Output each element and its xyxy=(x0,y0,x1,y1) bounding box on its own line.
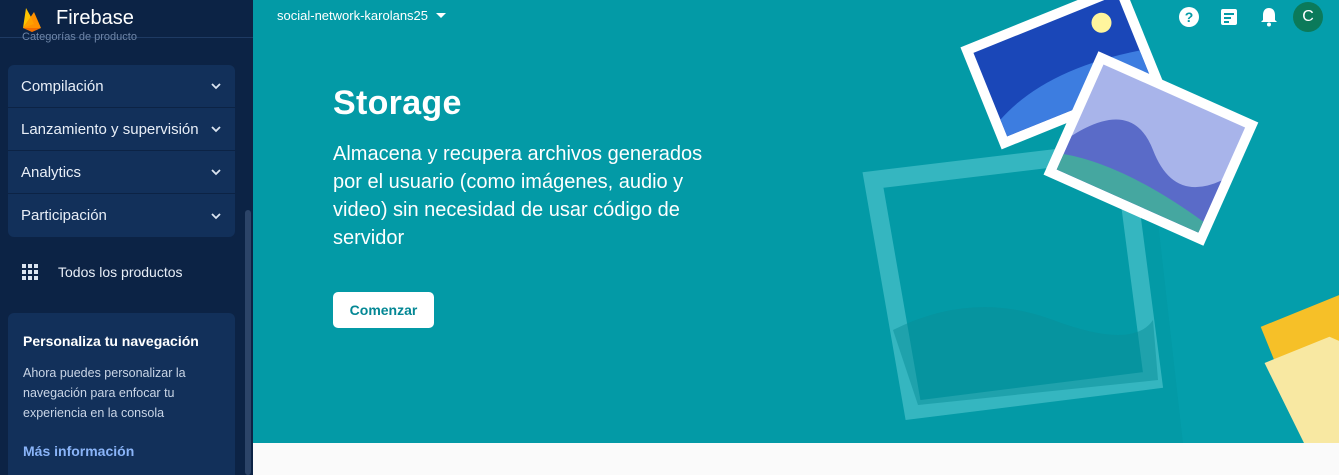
section-heading-cutoff: Categorías de producto xyxy=(22,31,137,43)
nav-item-label: Analytics xyxy=(21,163,82,181)
product-categories: Compilación Lanzamiento y supervisión An… xyxy=(8,65,235,237)
page-title: Storage xyxy=(333,84,462,122)
chevron-down-icon xyxy=(211,126,221,133)
promo-title: Personaliza tu navegación xyxy=(23,333,199,349)
sidebar: Firebase Categorías de producto Compilac… xyxy=(0,0,253,475)
caret-down-icon xyxy=(436,13,447,18)
nav-item-label: Participación xyxy=(21,207,107,224)
main-content: social-network-karolans25 ? C Storage Al… xyxy=(253,0,1339,475)
learn-more-link[interactable]: Más información xyxy=(23,443,220,459)
chevron-down-icon xyxy=(211,83,221,90)
nav-item-label: Lanzamiento y supervisión xyxy=(21,120,199,138)
nav-item-label: Compilación xyxy=(21,77,104,95)
brand-name: Firebase xyxy=(56,7,134,29)
apps-grid-icon xyxy=(22,264,38,280)
brand-header[interactable]: Firebase Categorías de producto xyxy=(0,0,253,43)
project-name: social-network-karolans25 xyxy=(277,8,429,23)
get-started-button[interactable]: Comenzar xyxy=(333,292,434,328)
hero-description: Almacena y recupera archivos generados p… xyxy=(333,143,703,249)
firebase-logo-icon xyxy=(23,7,41,32)
all-products-label: Todos los productos xyxy=(58,264,183,280)
chevron-down-icon xyxy=(211,212,221,219)
storage-illustration xyxy=(960,0,1339,443)
customize-navigation-card: Personaliza tu navegación Ahora puedes p… xyxy=(8,313,235,475)
nav-item-compilacion[interactable]: Compilación xyxy=(8,65,235,108)
all-products-link[interactable]: Todos los productos xyxy=(22,264,183,280)
nav-item-lanzamiento[interactable]: Lanzamiento y supervisión xyxy=(8,108,235,151)
promo-text: Ahora puedes personalizar la navegación … xyxy=(23,366,186,420)
sidebar-scrollbar[interactable] xyxy=(245,210,251,475)
chevron-down-icon xyxy=(211,169,221,176)
project-selector[interactable]: social-network-karolans25 xyxy=(277,8,447,23)
nav-item-participacion[interactable]: Participación xyxy=(8,194,235,237)
storage-hero: social-network-karolans25 ? C Storage Al… xyxy=(253,0,1339,443)
nav-item-analytics[interactable]: Analytics xyxy=(8,151,235,194)
